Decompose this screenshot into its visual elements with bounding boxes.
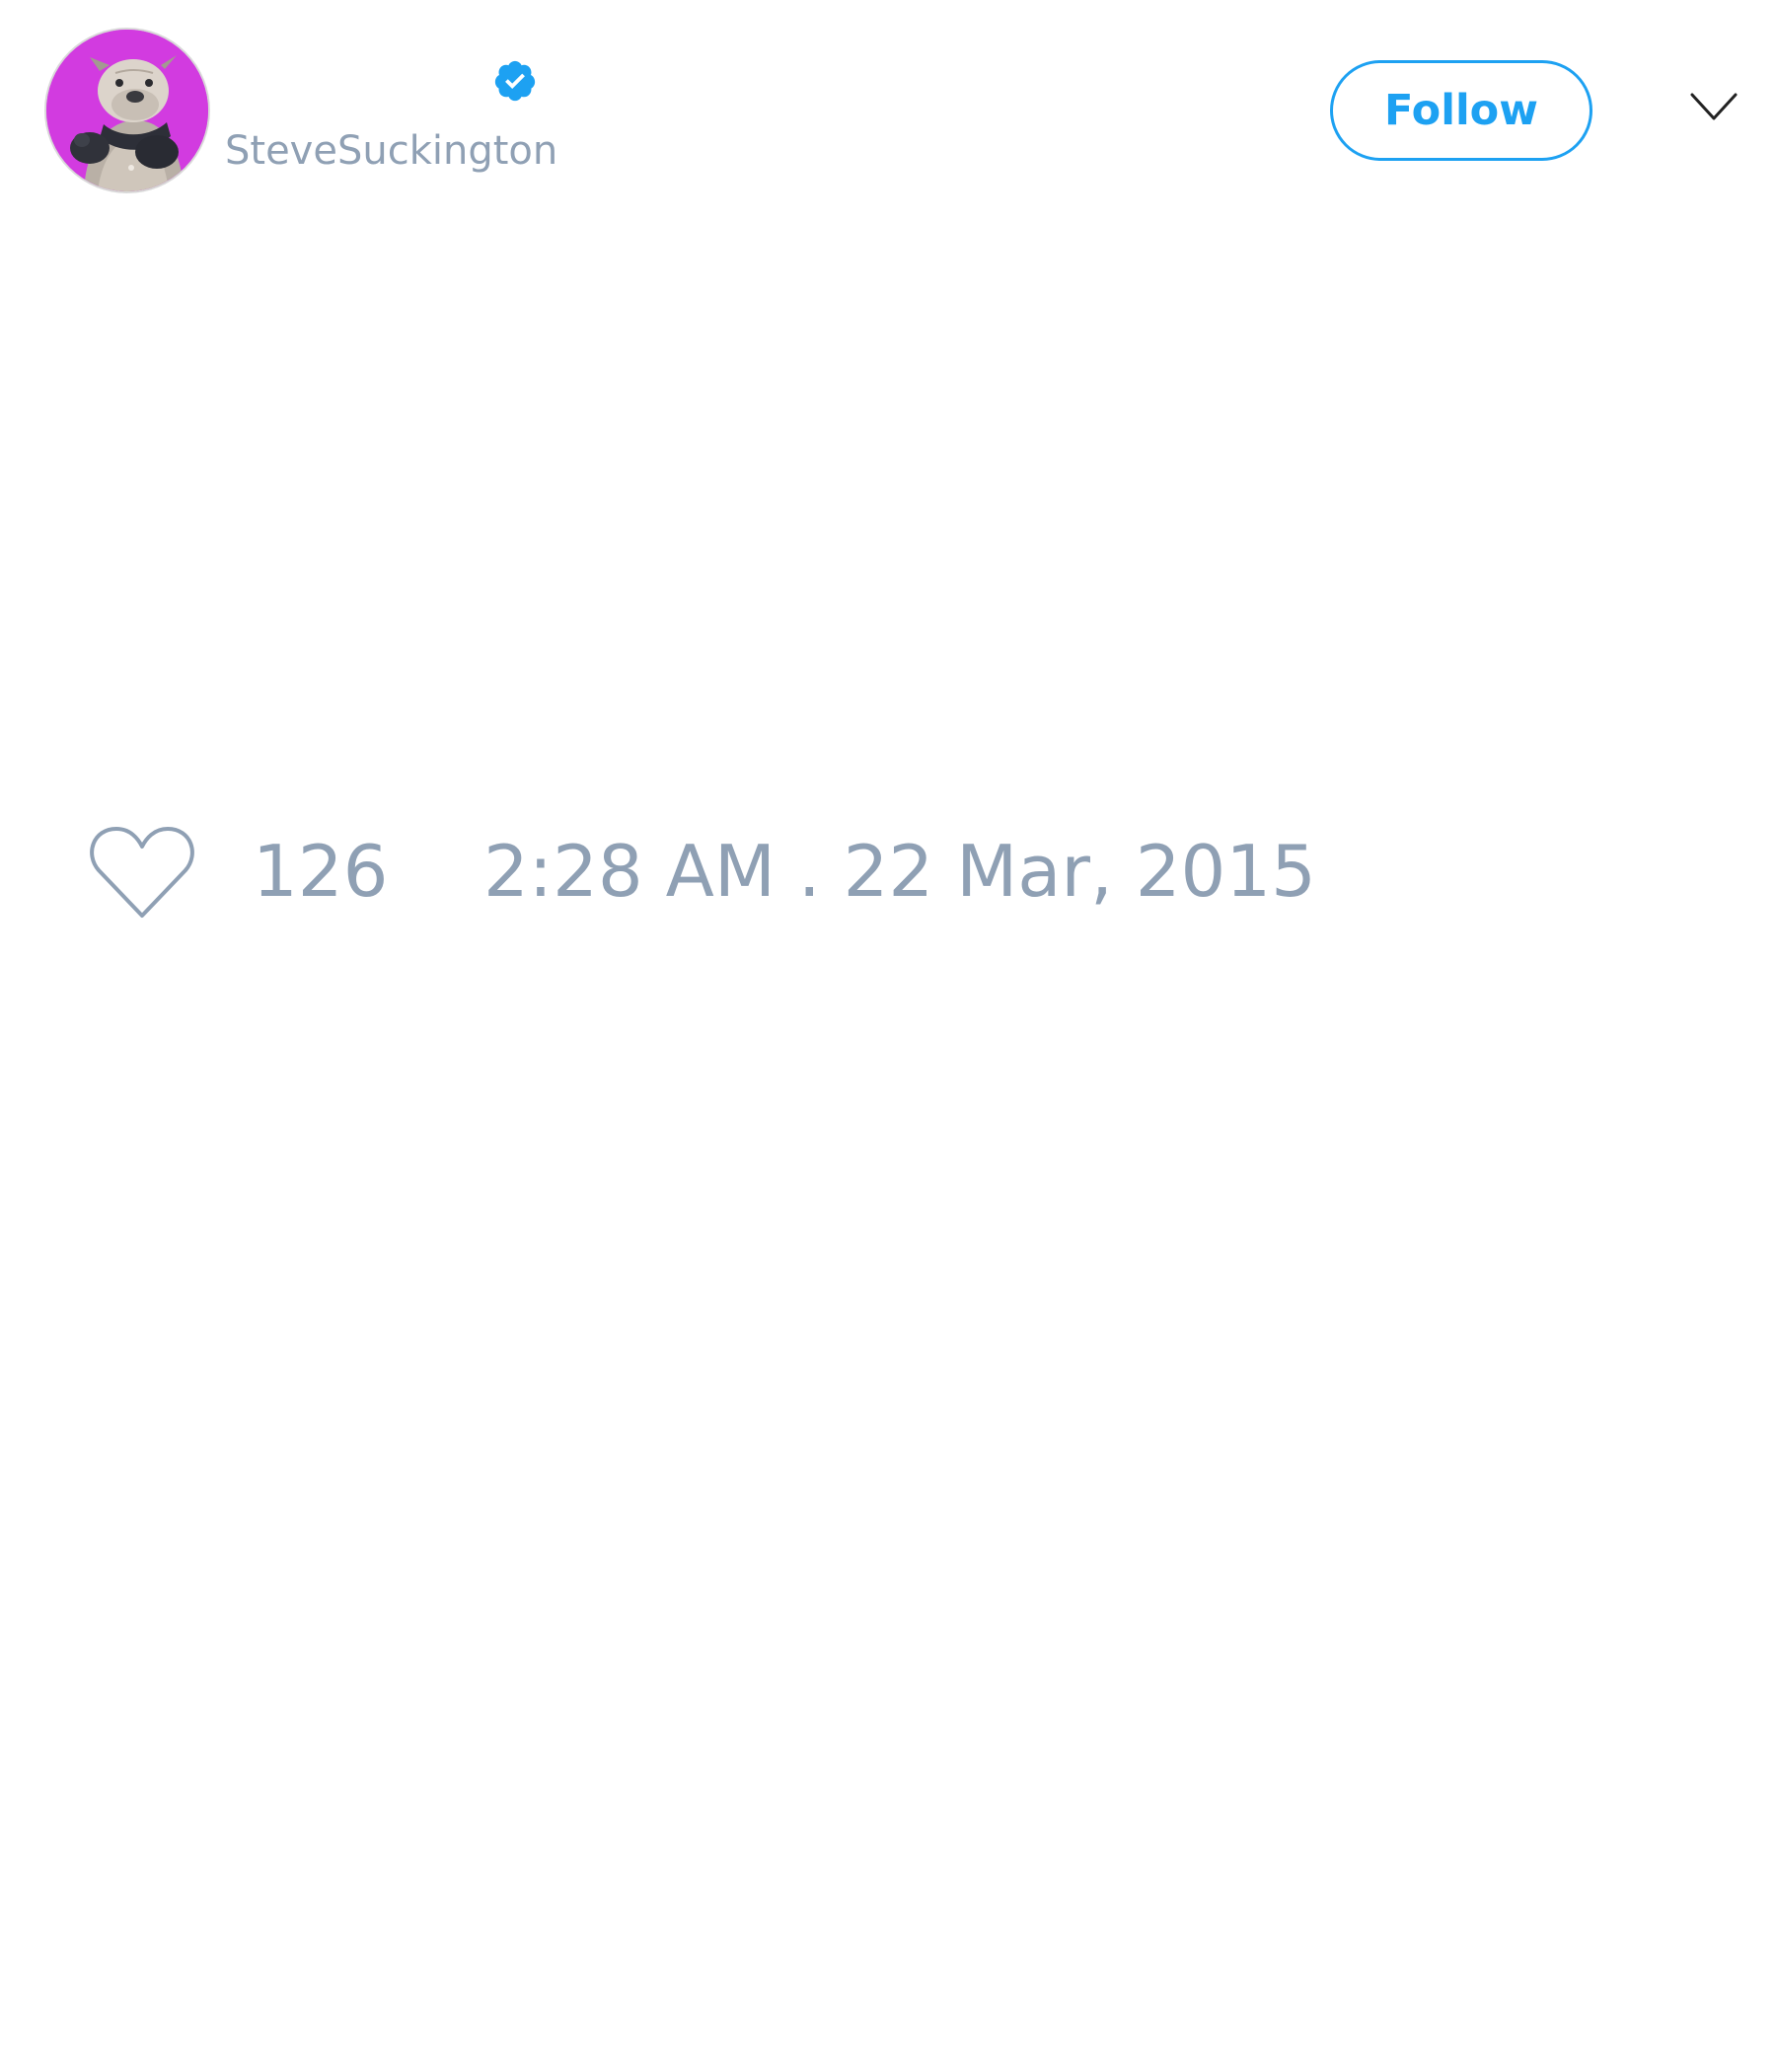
bulldog-avatar-image	[46, 30, 208, 191]
follow-button[interactable]: Follow	[1330, 60, 1592, 161]
heart-icon[interactable]	[89, 825, 195, 920]
tweet-card: SteveSuckington Follow 126 2:28 AM . 22 …	[0, 0, 1776, 2072]
author-handle[interactable]: SteveSuckington	[225, 126, 557, 176]
like-count: 126	[253, 830, 389, 913]
verified-badge-icon	[494, 60, 536, 102]
avatar[interactable]	[44, 28, 210, 193]
chevron-down-icon[interactable]	[1689, 91, 1739, 124]
tweet-timestamp[interactable]: 2:28 AM . 22 Mar, 2015	[483, 829, 1316, 914]
